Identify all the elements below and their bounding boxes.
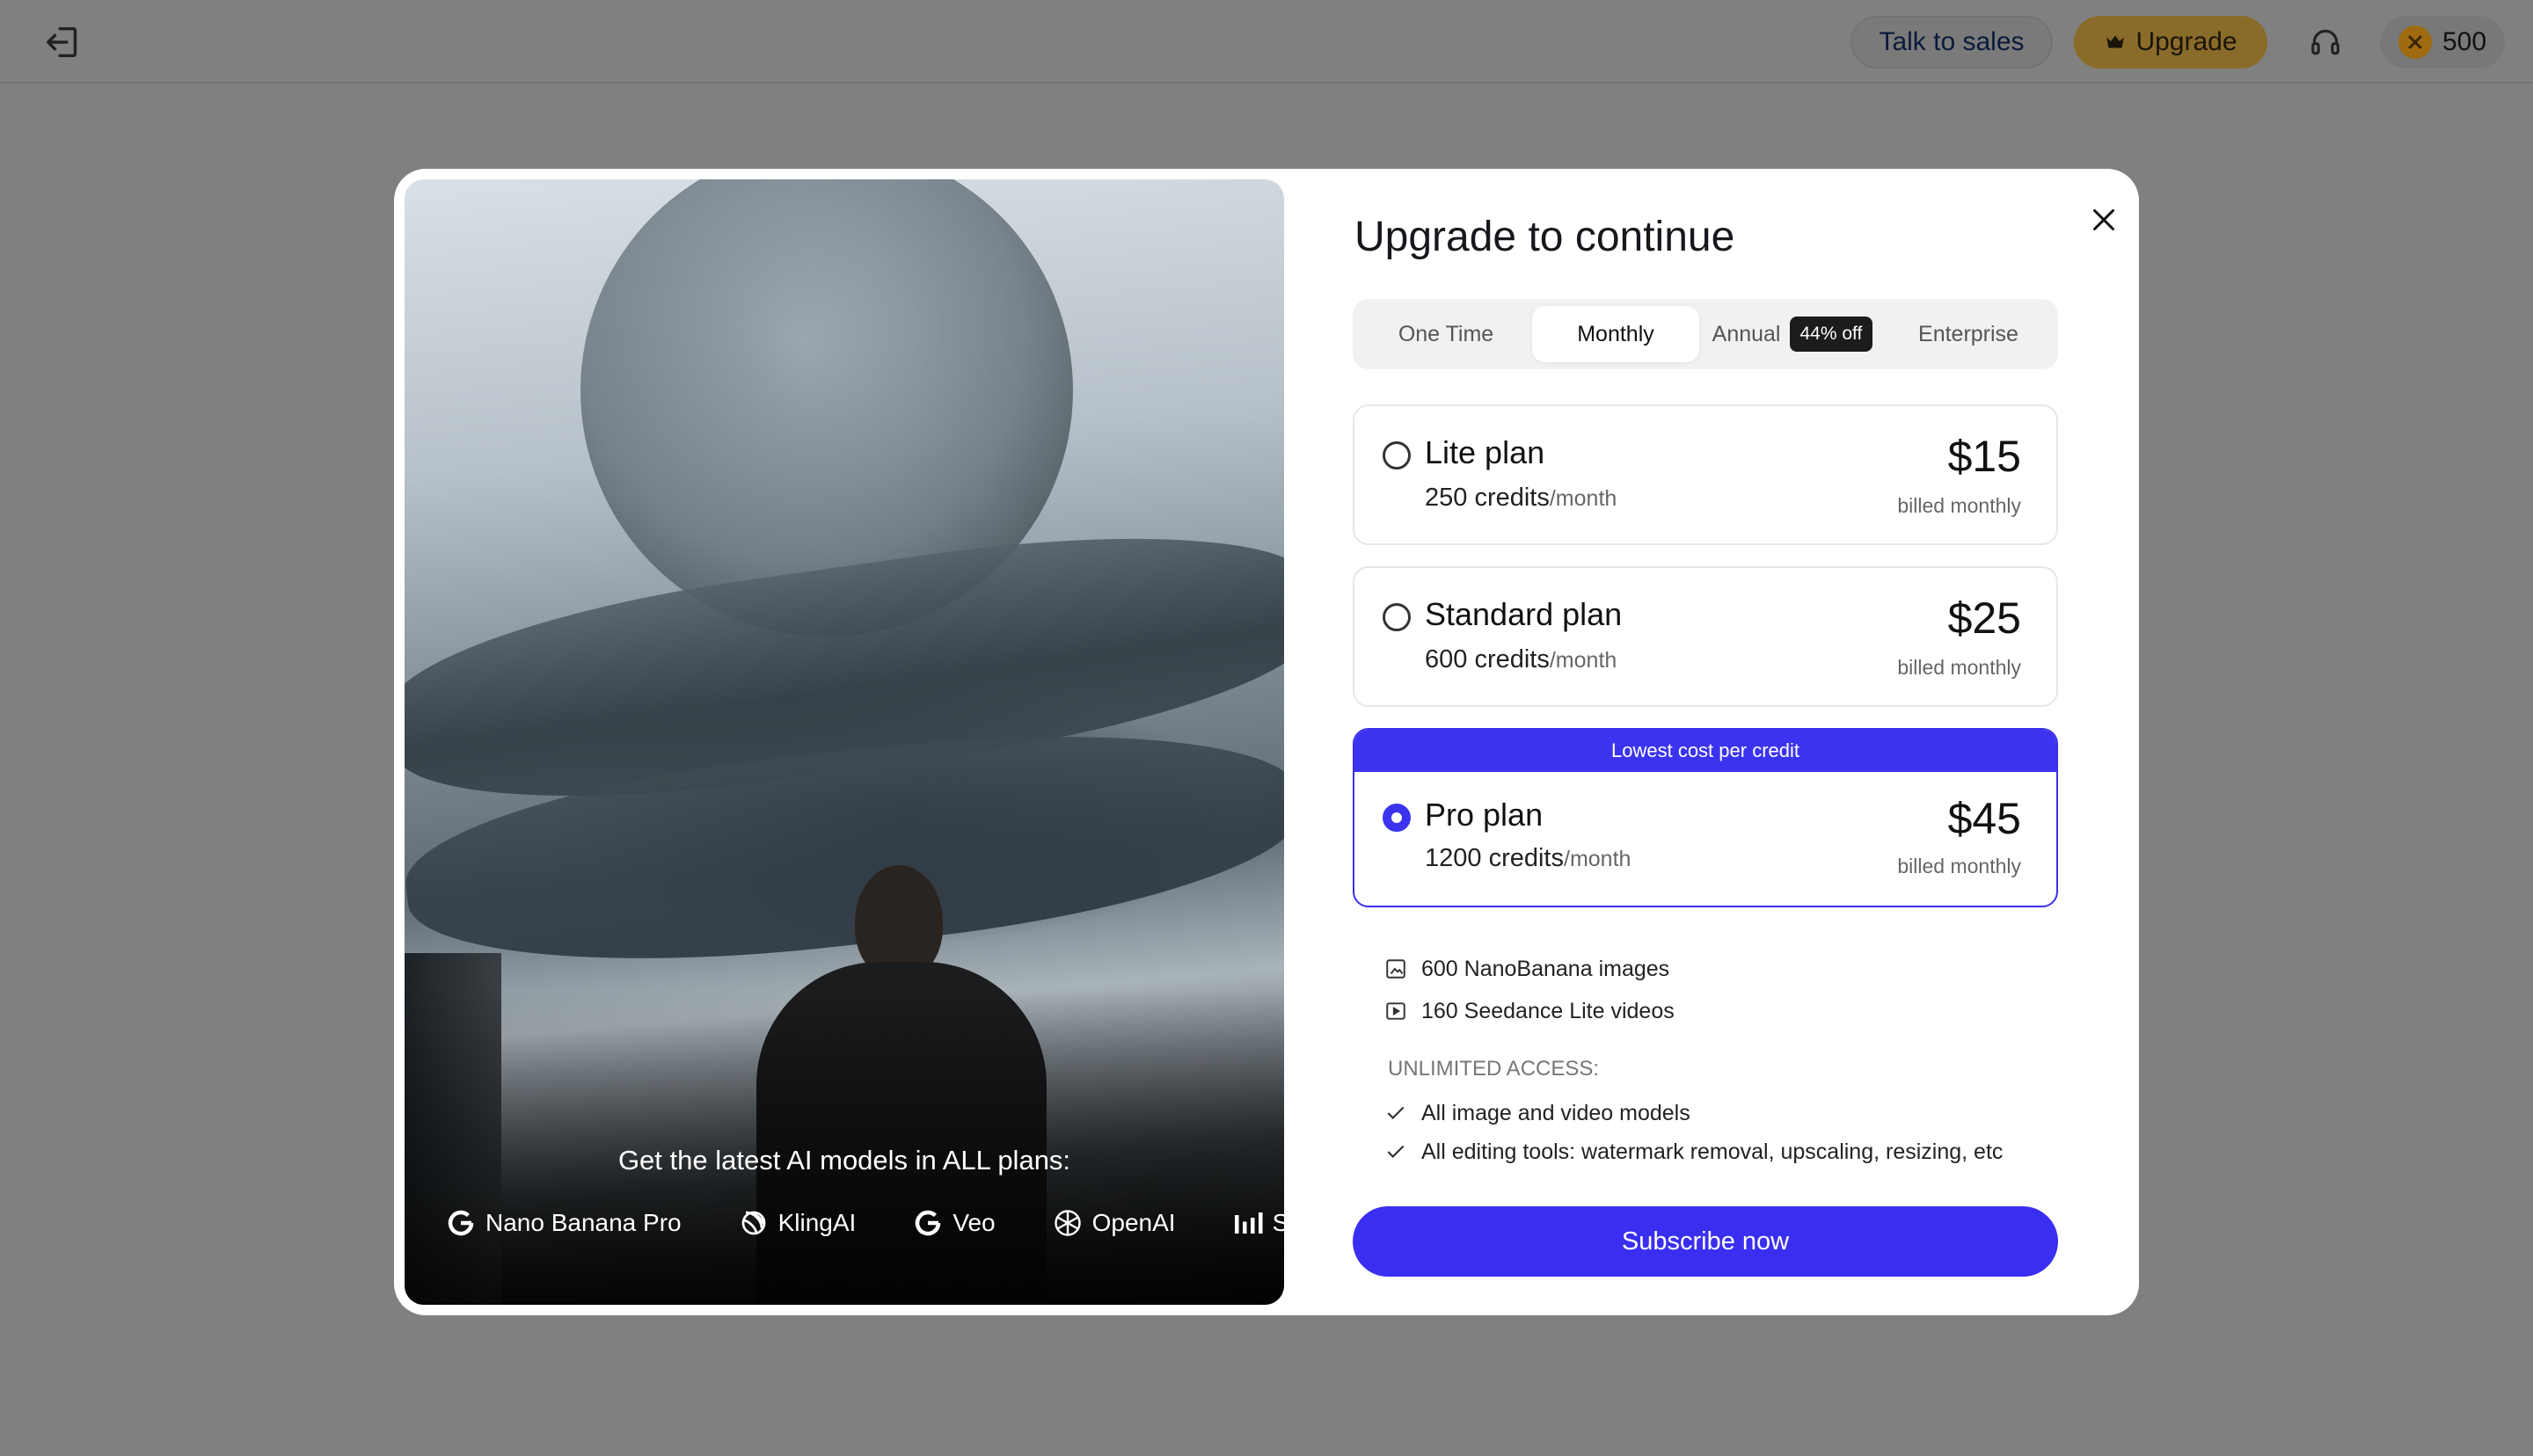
logo-veo: Veo <box>912 1207 996 1239</box>
crown-icon <box>2106 35 2125 48</box>
close-button[interactable] <box>2079 195 2128 244</box>
tab-enterprise[interactable]: Enterprise <box>1886 306 2051 362</box>
plan-price: $25 <box>1947 593 2021 643</box>
openai-icon <box>1054 1210 1081 1236</box>
logo-seedance: See <box>1232 1207 1284 1239</box>
discount-badge: 44% off <box>1789 317 1873 352</box>
plan-billing-note: billed monthly <box>1897 494 2021 517</box>
plan-price: $45 <box>1947 794 2021 843</box>
model-logos: Nano Banana Pro KlingAI Veo OpenAI See <box>445 1203 1284 1243</box>
radio-button-selected[interactable] <box>1383 804 1411 832</box>
unlimited-item: All editing tools: watermark removal, up… <box>1384 1132 2070 1171</box>
plan-credits: 600 credits/month <box>1425 645 1617 673</box>
unlimited-list: All image and video models All editing t… <box>1384 1094 2070 1171</box>
plan-option-lite[interactable]: Lite plan 250 credits/month $15 billed m… <box>1353 404 2058 545</box>
plan-name: Pro plan <box>1425 797 1544 833</box>
hero-image: Get the latest AI models in ALL plans: N… <box>405 179 1284 1305</box>
google-g-icon <box>448 1210 474 1236</box>
plan-option-pro[interactable]: Lowest cost per credit Pro plan 1200 cre… <box>1353 728 2058 907</box>
logo-openai: OpenAI <box>1052 1207 1176 1239</box>
plan-credits: 1200 credits/month <box>1425 844 1631 872</box>
coin-icon <box>2398 25 2432 59</box>
upgrade-label: Upgrade <box>2135 27 2237 56</box>
talk-to-sales-button[interactable]: Talk to sales <box>1850 16 2053 69</box>
best-value-banner: Lowest cost per credit <box>1354 730 2056 772</box>
modal-title: Upgrade to continue <box>1354 214 1735 260</box>
unlimited-heading: UNLIMITED ACCESS: <box>1388 1057 1600 1081</box>
google-g-icon <box>916 1210 941 1236</box>
plan-option-standard[interactable]: Standard plan 600 credits/month $25 bill… <box>1353 566 2058 707</box>
radio-button[interactable] <box>1383 441 1411 470</box>
billing-tabs: One Time Monthly Annual 44% off Enterpri… <box>1353 299 2058 369</box>
exit-button[interactable] <box>39 21 88 63</box>
feature-item: 160 Seedance Lite videos <box>1384 990 2053 1032</box>
hero-caption: Get the latest AI models in ALL plans: <box>617 1145 1071 1176</box>
plan-price: $15 <box>1947 432 2021 481</box>
plan-name: Lite plan <box>1425 434 1545 470</box>
tab-one-time[interactable]: One Time <box>1360 306 1532 362</box>
subscribe-button[interactable]: Subscribe now <box>1353 1206 2058 1277</box>
tab-annual[interactable]: Annual 44% off <box>1699 306 1886 362</box>
plan-credits: 250 credits/month <box>1425 484 1617 512</box>
plan-features: 600 NanoBanana images 160 Seedance Lite … <box>1384 948 2053 1032</box>
plan-billing-note: billed monthly <box>1897 656 2021 679</box>
radio-button[interactable] <box>1383 603 1411 631</box>
upgrade-button[interactable]: Upgrade <box>2074 16 2267 69</box>
pricing-panel: Upgrade to continue One Time Monthly Ann… <box>1353 169 2083 1315</box>
top-bar: Talk to sales Upgrade 500 <box>0 0 2533 84</box>
video-icon <box>1386 1002 1405 1020</box>
check-icon <box>1387 1106 1405 1119</box>
tab-annual-label: Annual <box>1712 321 1781 346</box>
check-icon <box>1387 1145 1405 1158</box>
plan-billing-note: billed monthly <box>1897 855 2021 877</box>
plan-name: Standard plan <box>1425 596 1623 632</box>
kling-icon <box>741 1211 765 1235</box>
tab-monthly[interactable]: Monthly <box>1532 306 1699 362</box>
headphones-icon <box>2311 29 2340 55</box>
credits-balance[interactable]: 500 <box>2380 16 2505 69</box>
image-icon <box>1386 959 1405 979</box>
logo-nano-banana-pro: Nano Banana Pro <box>445 1207 682 1239</box>
unlimited-item: All image and video models <box>1384 1094 2070 1132</box>
upgrade-modal: Get the latest AI models in ALL plans: N… <box>394 169 2139 1315</box>
bars-icon <box>1234 1212 1263 1234</box>
support-button[interactable] <box>2301 18 2350 67</box>
close-icon <box>2093 209 2114 230</box>
credits-count: 500 <box>2442 27 2487 56</box>
logo-klingai: KlingAI <box>738 1207 856 1239</box>
exit-icon <box>47 26 77 58</box>
feature-item: 600 NanoBanana images <box>1384 948 2053 990</box>
